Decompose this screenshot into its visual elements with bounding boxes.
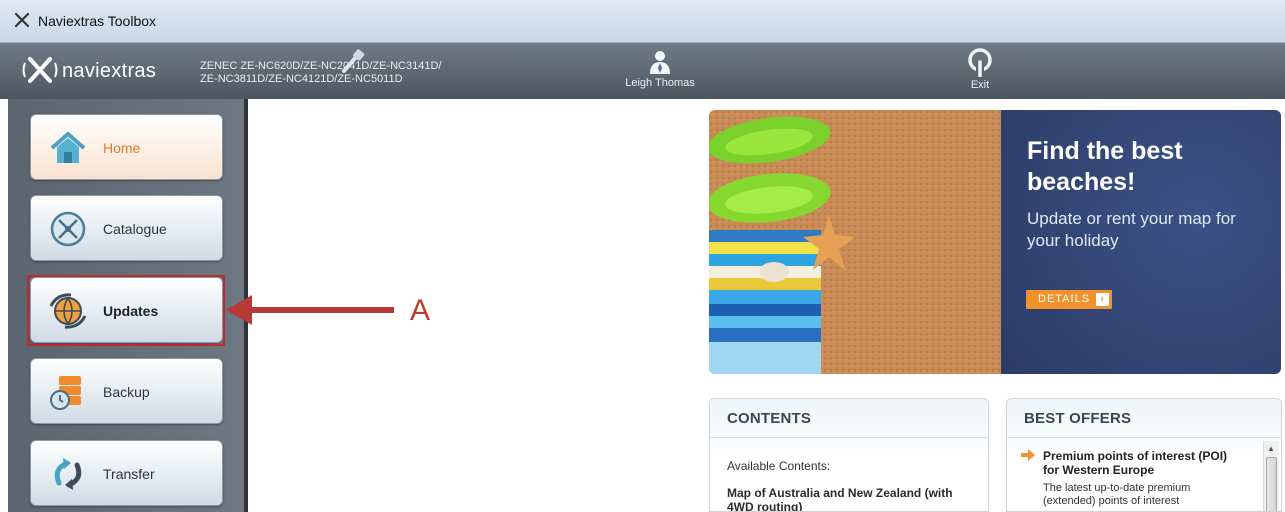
contents-title: CONTENTS <box>727 410 812 427</box>
user-name: Leigh Thomas <box>625 77 695 89</box>
device-name: ZENEC ZE-NC620D/ZE-NC2041D/ZE-NC3141D/ Z… <box>200 60 500 86</box>
promo-subtext: Update or rent your map for your holiday <box>1027 209 1236 250</box>
details-button[interactable]: DETAILS › <box>1026 290 1113 309</box>
device-line-1: ZENEC ZE-NC620D/ZE-NC2041D/ZE-NC3141D/ <box>200 60 442 72</box>
app-header: naviextras ZENEC ZE-NC620D/ZE-NC2041D/ZE… <box>0 43 1285 99</box>
naviextras-logo[interactable]: naviextras <box>22 53 162 87</box>
promo-panel: Find the best beaches! Update or rent yo… <box>1001 110 1281 374</box>
details-label: DETAILS <box>1038 293 1091 305</box>
logo-mark-icon <box>22 57 58 83</box>
compass-icon <box>50 211 86 247</box>
arrow-right-icon <box>1021 449 1035 461</box>
sidebar-item-catalogue[interactable]: Catalogue <box>30 195 223 261</box>
user-icon <box>650 51 670 74</box>
sidebar-item-label: Home <box>103 140 141 156</box>
logo-text: naviextras <box>62 60 157 82</box>
sidebar-item-backup[interactable]: Backup <box>30 358 223 424</box>
updates-highlight-box <box>27 275 225 346</box>
sidebar-item-home[interactable]: Home <box>30 114 223 180</box>
promo-banner[interactable]: Find the best beaches! Update or rent yo… <box>709 110 1281 374</box>
content-item[interactable]: Map of Australia and New Zealand (with 4… <box>727 486 977 511</box>
backup-icon <box>50 376 81 410</box>
device-line-2: ZE-NC3811D/ZE-NC4121D/ZE-NC5011D <box>200 73 403 85</box>
app-icon <box>14 12 30 28</box>
divider <box>710 437 988 438</box>
available-contents-label: Available Contents: <box>727 459 831 473</box>
exit-button[interactable]: Exit <box>950 47 1010 91</box>
contents-panel: CONTENTS Available Contents: Map of Aust… <box>709 398 989 512</box>
annotation-label: A <box>410 294 431 327</box>
best-offers-title: BEST OFFERS <box>1024 410 1132 427</box>
power-icon <box>968 48 992 77</box>
divider <box>1007 437 1281 438</box>
home-icon <box>50 132 86 163</box>
user-button[interactable]: Leigh Thomas <box>612 49 708 89</box>
exit-label: Exit <box>970 79 990 91</box>
sidebar-item-label: Backup <box>103 384 150 400</box>
window-title: Naviextras Toolbox <box>38 13 157 29</box>
chevron-right-icon: › <box>1096 293 1110 306</box>
sidebar-item-transfer[interactable]: Transfer <box>30 440 223 506</box>
promo-headline: Find the best beaches! <box>1027 137 1183 196</box>
sidebar-item-label: Catalogue <box>103 221 167 237</box>
scroll-up-icon[interactable]: ▲ <box>1267 444 1275 453</box>
scroll-thumb[interactable] <box>1266 457 1277 511</box>
sidebar-item-label: Transfer <box>103 466 155 482</box>
offers-scrollbar[interactable]: ▲ <box>1263 441 1279 511</box>
annotation-arrow <box>226 295 394 325</box>
offer-description: The latest up-to-date premium (extended)… <box>1043 482 1191 507</box>
offer-title[interactable]: Premium points of interest (POI) for Wes… <box>1043 449 1243 477</box>
best-offers-panel: BEST OFFERS Premium points of interest (… <box>1006 398 1282 512</box>
window-title-bar: Naviextras Toolbox <box>0 0 1285 43</box>
transfer-icon <box>54 458 82 490</box>
sidebar: Home Catalogue Updates Backup Transfer <box>8 99 248 512</box>
beach-image <box>709 110 1001 374</box>
